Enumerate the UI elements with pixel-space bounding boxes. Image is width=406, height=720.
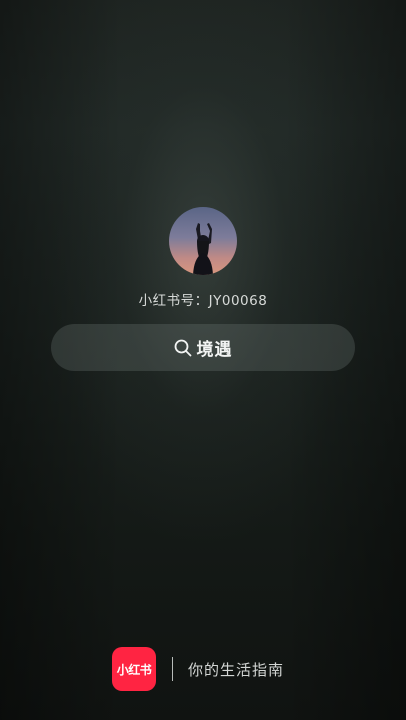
avatar[interactable] <box>169 207 237 275</box>
search-button[interactable]: 境遇 <box>51 324 355 371</box>
search-label: 境遇 <box>196 340 233 360</box>
xiaohongshu-logo: 小红书 <box>112 647 156 691</box>
footer-divider <box>172 657 173 681</box>
search-icon <box>174 339 192 357</box>
avatar-silhouette <box>193 223 213 275</box>
footer-slogan: 你的生活指南 <box>188 660 285 679</box>
user-id-label: 小红书号：JY00068 <box>138 293 268 309</box>
footer: 小红书 你的生活指南 <box>112 647 284 691</box>
